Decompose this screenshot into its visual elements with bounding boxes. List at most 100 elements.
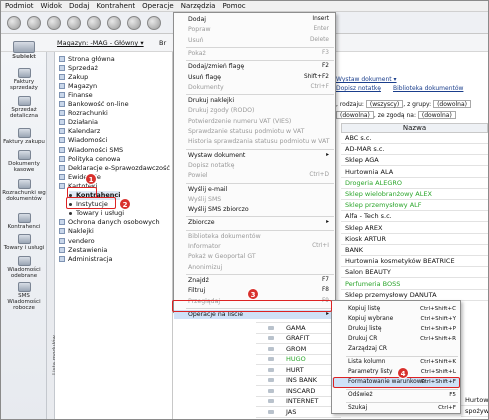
menu-item[interactable]: Dopisz notatkę <box>174 161 335 170</box>
table-row[interactable]: INTERNET <box>256 396 341 407</box>
table-row[interactable]: GROM <box>256 344 341 355</box>
tree-item[interactable]: Ochrona danych osobowych <box>59 218 160 227</box>
magazyn-select[interactable]: Magazyn: -MAG - Główny ▾ <box>57 39 144 47</box>
link-dopisz-notatke[interactable]: Dopisz notatkę <box>336 85 381 92</box>
sidebar-wiadomosci[interactable]: Wiadomości odebrane <box>1 256 47 279</box>
tree-item[interactable]: Kalendarz <box>59 127 100 136</box>
table-row[interactable]: spożywcza JAS <box>461 406 488 417</box>
tree-item[interactable]: Administracja <box>59 254 112 263</box>
sidebar-kontrahenci[interactable]: Kontrahenci <box>1 213 47 230</box>
sidebar-sms[interactable]: SMS Wiadomości robocze <box>1 282 47 311</box>
submenu-item[interactable]: Odśwież F5 <box>332 391 460 400</box>
menu-kontrahent[interactable]: Kontrahent <box>96 2 135 10</box>
column-header-nazwa[interactable]: Nazwa <box>341 123 488 133</box>
submenu-item[interactable]: Szukaj Ctrl+F <box>332 404 460 413</box>
menu-item[interactable]: Pokaż F3 <box>174 49 335 58</box>
menu-widok[interactable]: Widok <box>41 2 63 10</box>
submenu-item[interactable]: Parametry listy Ctrl+Shift+L <box>332 368 460 377</box>
tree-item[interactable]: Wiadomości <box>59 136 107 145</box>
table-row[interactable]: BANK <box>341 245 488 256</box>
toolbar-icon[interactable] <box>7 16 21 30</box>
menu-item[interactable]: Usuń Delete <box>174 36 335 45</box>
tree-item[interactable]: vendero <box>59 236 95 245</box>
menu-item[interactable]: Historia sprawdzania statusu podmiotu w … <box>174 137 335 146</box>
tree-item[interactable]: Działania <box>59 118 98 127</box>
menu-item[interactable]: Sprawdzanie statusu podmiotu w VAT <box>174 127 335 136</box>
table-row[interactable]: Hurtownia ALA <box>341 167 488 178</box>
submenu-item[interactable]: Kopiuj wybrane Ctrl+Shift+Y <box>332 315 460 324</box>
tree-item[interactable]: Sprzedaż <box>59 63 98 72</box>
menu-item[interactable]: Informator Ctrl+I <box>174 242 335 251</box>
submenu-item[interactable]: Drukuj listę Ctrl+Shift+P <box>332 325 460 334</box>
table-row[interactable]: Sklep wielobranżowy ALEX <box>341 189 488 200</box>
tree-item[interactable]: Strona główna <box>59 54 115 63</box>
filter-zgoda[interactable]: (dowolna) <box>417 111 456 119</box>
tree-item[interactable]: Zestawienia <box>59 245 107 254</box>
menu-item[interactable]: Anonimizuj <box>174 263 335 272</box>
menu-item[interactable]: Usuń flagę Shift+F2 <box>174 73 335 82</box>
menu-item[interactable]: Dokumenty Ctrl+F <box>174 83 335 92</box>
table-row[interactable]: INS BANK <box>256 375 341 386</box>
table-row[interactable]: INSCARD <box>256 386 341 397</box>
sidebar-rozrachunki[interactable]: Rozrachunki wg dokumentów <box>1 179 47 202</box>
menu-podmiot[interactable]: Podmiot <box>5 2 34 10</box>
menu-pomoc[interactable]: Pomoc <box>222 2 245 10</box>
menu-operacje[interactable]: Operacje <box>142 2 174 10</box>
menu-item[interactable]: Wyślij SMS <box>174 195 335 204</box>
table-row[interactable]: Perfumeria BOSS <box>341 279 488 290</box>
tree-item[interactable]: Zakup <box>59 72 88 81</box>
submenu-item[interactable]: Lista kolumn Ctrl+Shift+K <box>332 358 460 367</box>
tree-item[interactable]: Naklejki <box>59 227 94 236</box>
table-row[interactable]: Salon BEAUTY <box>341 267 488 279</box>
toolbar-icon[interactable] <box>67 16 81 30</box>
tree-item[interactable]: Towary i usługi <box>69 209 124 218</box>
sidebar-sprzedaz-detaliczna[interactable]: Sprzedaż detaliczna <box>1 96 47 119</box>
sidebar-subiekt[interactable]: Subiekt <box>1 41 47 60</box>
table-row[interactable]: AD-MAR s.c. <box>341 144 488 156</box>
toolbar-icon[interactable] <box>127 16 141 30</box>
menu-item[interactable]: Biblioteka dokumentów <box>174 232 335 241</box>
table-row[interactable]: HURT <box>256 365 341 376</box>
menu-item[interactable]: Wyślij e-mail <box>174 185 335 194</box>
sidebar-faktury-zakupu[interactable]: Faktury zakupu <box>1 128 47 145</box>
table-row[interactable]: HUGO <box>256 354 341 365</box>
tree-item[interactable]: Wiadomości SMS <box>59 145 123 154</box>
toolbar-icon[interactable] <box>27 16 41 30</box>
menu-item[interactable]: Wystaw dokument ▸ <box>174 151 335 160</box>
menu-item[interactable]: Zbiorcze ▸ <box>174 218 335 227</box>
tree-item[interactable]: Finanse <box>59 90 93 99</box>
filter-grupa[interactable]: (dowolna) <box>433 100 471 108</box>
sidebar-towary[interactable]: Towary i usługi <box>1 234 47 251</box>
menu-item[interactable]: Potwierdzenie numeru VAT (VIES) <box>174 117 335 126</box>
menu-item[interactable]: Drukuj naklejki <box>174 96 335 105</box>
table-row[interactable]: Sklep AGA <box>341 155 488 167</box>
submenu-item[interactable]: Drukuj CR Ctrl+Shift+R <box>332 335 460 344</box>
tree-item[interactable]: Rozrachunki <box>59 109 108 118</box>
table-row[interactable]: Hurtownia kosmetyków BEATRICE <box>341 256 488 268</box>
table-row[interactable]: Sklep przemysłowy ALF <box>341 200 488 212</box>
submenu-item[interactable]: Kopiuj listę Ctrl+Shift+C <box>332 305 460 314</box>
sidebar-faktury-sprzedazy[interactable]: Faktury sprzedaży <box>1 68 47 91</box>
table-row[interactable]: GAMA <box>256 323 341 334</box>
menu-item[interactable]: Dodaj/zmień flagę F2 <box>174 62 335 71</box>
menu-narzedzia[interactable]: Narzędzia <box>181 2 216 10</box>
menu-item[interactable]: Drukuj zgody (RODO) <box>174 106 335 115</box>
toolbar-icon[interactable] <box>87 16 101 30</box>
menu-item[interactable]: Powiel Ctrl+D <box>174 171 335 180</box>
toolbar-icon[interactable] <box>147 16 161 30</box>
link-biblioteka[interactable]: Biblioteka dokumentów <box>393 85 463 92</box>
module-list-tab[interactable]: Lista modułów <box>47 52 58 419</box>
sidebar-dokumenty-kasowe[interactable]: Dokumenty kasowe <box>1 150 47 173</box>
table-row[interactable]: JAS <box>256 407 341 418</box>
filter-rodzaj[interactable]: (wszyscy) <box>365 100 404 108</box>
table-row[interactable]: Alfa - Tech s.c. <box>341 211 488 223</box>
filter-dowolna[interactable]: (dowolna) <box>336 111 374 119</box>
menu-item[interactable]: Dodaj Insert <box>174 15 335 24</box>
menu-dodaj[interactable]: Dodaj <box>69 2 89 10</box>
link-wystaw-dokument[interactable]: Wystaw dokument ▾ <box>336 76 397 83</box>
submenu-item[interactable]: Zarządzaj CR <box>332 345 460 354</box>
tree-item[interactable]: Polityka cenowa <box>59 154 120 163</box>
toolbar-icon[interactable] <box>107 16 121 30</box>
table-row[interactable]: GRAFIT <box>256 333 341 344</box>
table-row[interactable]: Sklep AREX <box>341 223 488 234</box>
